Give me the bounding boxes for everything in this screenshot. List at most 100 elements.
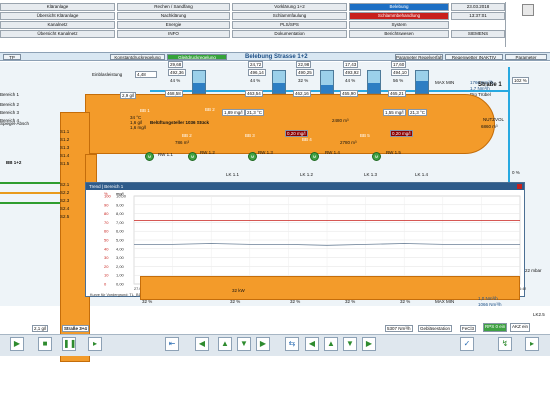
tab-parameter[interactable]: Parameter	[505, 54, 547, 60]
basin-lower-strip	[140, 276, 520, 300]
flow-1-value: 492,36	[168, 69, 186, 76]
rw-1-1-label: RW 1.1	[158, 152, 173, 157]
inflow-pipe-3	[0, 202, 60, 204]
right-icon[interactable]: ▶	[256, 337, 270, 351]
lower-pct-1: 32 %	[142, 299, 153, 304]
menu-info[interactable]: INFO	[117, 30, 230, 38]
lower-flow-2: 1066 Nm³/h	[478, 302, 502, 307]
stop-icon[interactable]: ■	[38, 337, 52, 351]
strasse-3-4-button[interactable]: Straße 3+4	[62, 325, 89, 332]
flow-3-value: 490,25	[296, 69, 314, 76]
o2-value-1: 2,9 g/l	[120, 92, 137, 99]
menu-klaeranlage[interactable]: Kläranlage	[0, 3, 115, 11]
bottom-g-value: 2,1 g/l	[32, 325, 49, 332]
rw-1-2-label: RW 1.2	[200, 150, 215, 155]
lower-pct-2: 32 %	[230, 299, 241, 304]
tab-konstantdruck[interactable]: Konstantdruckregelung	[110, 54, 165, 60]
vol-b: 786 m³	[175, 140, 190, 145]
tab-parameter-regel[interactable]: Parameter Regelverfahren	[395, 54, 443, 60]
vol-c: 2780 m³	[340, 140, 357, 145]
station-s1-5: S1.5	[60, 161, 70, 166]
menu-dokumentation[interactable]: Dokumentation	[232, 30, 347, 38]
mixer-rw-1-1[interactable]: M	[145, 152, 154, 161]
bottom-toolbar: ▶ ■ ❚❚ ▸ ⇤ ◀ ▲ ▼ ▶ ⇆ ◀ ▲ ▼ ▶ ✓ ↯ ▸	[0, 334, 550, 356]
tab-tp[interactable]: TP	[3, 54, 21, 60]
next-icon[interactable]: ▶	[362, 337, 376, 351]
lower-flow-1: 1,0 Nm³/h	[478, 296, 498, 301]
station-s1-1: S1.1	[60, 129, 70, 134]
pause-icon[interactable]: ❚❚	[62, 337, 76, 351]
zone-2-flow: 463,54	[245, 90, 263, 97]
y-tick-left: 50	[104, 238, 109, 243]
close-icon[interactable]	[517, 184, 522, 189]
valve-1-pct: 44 %	[170, 78, 181, 83]
station-s2-3: S2.3	[60, 198, 70, 203]
bb2-label: BB 2	[205, 107, 215, 112]
lk-1-2: LK 1.2	[300, 172, 314, 177]
y-tick-mid: 6,00	[116, 229, 125, 234]
fecl3-button[interactable]: FeCl3	[460, 325, 477, 332]
menu-uebersicht-klaeranlage[interactable]: Übersicht Kläranlage	[0, 12, 115, 20]
menu-berichtswesen[interactable]: Berichtswesen	[349, 30, 449, 38]
mixer-rw-1-3[interactable]: M	[248, 152, 257, 161]
menu-icon[interactable]: ▸	[525, 337, 539, 351]
menu-vorklaerung[interactable]: Vorklärung 1+2	[232, 3, 347, 11]
trend-icon[interactable]: ✓	[460, 337, 474, 351]
y-tick-mid: 1,00	[116, 273, 125, 278]
save-icon[interactable]: ⇆	[285, 337, 299, 351]
bereich-1-label: Bereich 1	[0, 92, 20, 97]
print-icon[interactable]: ◀	[305, 337, 319, 351]
valve-5-pct: 56 %	[393, 78, 404, 83]
menu-pls-sps[interactable]: PLS/SPS	[232, 21, 347, 29]
rps-button[interactable]: RPS 0 ein	[483, 323, 508, 332]
max-min-label-top: MAX MIN	[435, 80, 455, 85]
akz-button[interactable]: AKZ ein	[510, 323, 531, 332]
back-icon[interactable]: ⇤	[165, 337, 179, 351]
pressure-4-value: 17,43	[343, 61, 359, 68]
zone-1-flow: 468,58	[165, 90, 183, 97]
menu-uebersicht-kanalnetz[interactable]: Übersicht Kanalnetz	[0, 30, 115, 38]
undo-icon[interactable]: ▲	[324, 337, 338, 351]
menu-energie[interactable]: Energie	[117, 21, 230, 29]
down-icon[interactable]: ▼	[237, 337, 251, 351]
menu-rechen[interactable]: Rechen / Sandfang	[117, 3, 230, 11]
y-tick-mid: 9,00	[116, 202, 125, 207]
fwd-icon[interactable]: ◀	[195, 337, 209, 351]
rw-1-5-label: RW 1.5	[386, 150, 401, 155]
vol-a: 2480 m³	[332, 118, 349, 123]
brand-panel	[505, 2, 550, 47]
y-tick-left: 90	[104, 202, 109, 207]
bb1-label: BB 1	[140, 108, 150, 113]
trend-title: Trend | Bereich 1	[86, 183, 524, 190]
menu-belebung[interactable]: Belebung	[349, 3, 449, 11]
mixer-rw-1-5[interactable]: M	[372, 152, 381, 161]
lower-pct-5: 32 %	[400, 299, 411, 304]
step-icon[interactable]: ▸	[88, 337, 102, 351]
bb-label-3: BB 3	[245, 133, 255, 138]
menu-schlammbehandlung[interactable]: Schlammbehandlung	[349, 12, 449, 20]
play-icon[interactable]: ▶	[10, 337, 24, 351]
lk2-5-label: LK2.5	[533, 312, 545, 317]
y-tick-left: 80	[104, 211, 109, 216]
menu-nachklaerung[interactable]: Nachklärung	[117, 12, 230, 20]
pressure-1-value: 29,68	[168, 61, 184, 68]
mixer-rw-1-2[interactable]: M	[188, 152, 197, 161]
page-title: Belebung Strasse 1+2	[245, 54, 308, 60]
menu-schlammfaulung[interactable]: Schlammfaulung	[232, 12, 347, 20]
redo-icon[interactable]: ▼	[343, 337, 357, 351]
menu-kanalnetz[interactable]: Kanalnetz	[0, 21, 115, 29]
tab-gleitdruck[interactable]: Gleitdruckregelung	[167, 54, 227, 60]
geblaese-button[interactable]: Gebläsestation	[418, 325, 453, 332]
strasse-label: Straße 1	[478, 82, 502, 88]
menu-system[interactable]: System	[349, 21, 449, 29]
airflow-gauge-3	[320, 70, 334, 94]
lk-1-4: LK 1.4	[415, 172, 429, 177]
up-icon[interactable]: ▲	[218, 337, 232, 351]
valve-2-pct: 44 %	[250, 78, 261, 83]
y-axis-label-left: %	[104, 191, 108, 196]
right-pct: 102 %	[512, 77, 529, 84]
help-icon[interactable]: ↯	[498, 337, 512, 351]
mixer-rw-1-4[interactable]: M	[310, 152, 319, 161]
airflow-gauge-2	[272, 70, 286, 94]
y-tick-mid: 7,00	[116, 220, 125, 225]
